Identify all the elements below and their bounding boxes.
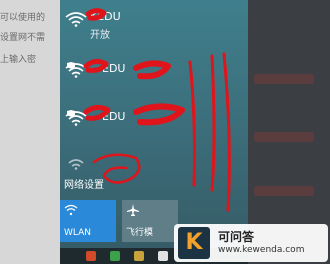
network-ssid: EDU [102,62,126,75]
article-line: 设置网不需 [0,33,46,43]
article-line: 上输入密 [0,55,37,65]
airplane-tile-label: 飞行模 [126,228,154,238]
network-item[interactable] [60,150,248,174]
wifi-icon [64,204,78,216]
taskbar-app-icon[interactable] [134,251,144,261]
wifi-icon [68,159,84,170]
watermark-name: 可问答 [218,230,255,244]
watermark-url: www.kewenda.com [218,245,305,255]
background-blur [254,74,314,84]
watermark: K 可问答 www.kewenda.com [174,224,328,262]
wlan-tile[interactable]: WLAN [60,200,116,242]
background-blur [254,186,314,196]
network-ssid: KEDU [90,10,121,23]
article-line: 可以使用的 [0,13,46,23]
background-article: 可以使用的 设置网不需 上输入密 [0,0,60,264]
network-item[interactable]: EDU [60,104,248,154]
network-status: 开放 [90,30,110,41]
network-item[interactable]: KEDU 开放 [60,6,248,56]
taskbar-app-icon[interactable] [158,251,168,261]
network-settings-link[interactable]: 网络设置 [64,176,104,191]
taskbar-app-icon[interactable] [110,251,120,261]
network-ssid: EDU [102,110,126,123]
taskbar-app-icon[interactable] [86,251,96,261]
background-blur [254,132,314,142]
network-item[interactable]: EDU [60,56,248,106]
airplane-icon [127,204,139,216]
secured-wifi-icon [65,62,87,78]
wifi-icon [65,12,87,27]
wlan-tile-label: WLAN [64,228,92,238]
airplane-mode-tile[interactable]: 飞行模 [122,200,178,242]
secured-wifi-icon [65,110,87,126]
watermark-logo: K [178,227,210,259]
